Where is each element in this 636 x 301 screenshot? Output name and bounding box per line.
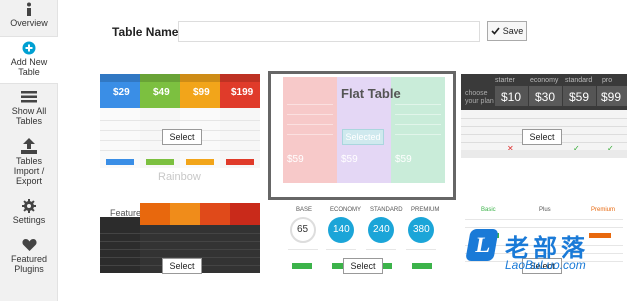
- select-button[interactable]: Select: [343, 258, 383, 274]
- watermark-logo-letter: L: [473, 232, 493, 257]
- header-text: Basic: [481, 207, 496, 213]
- sidebar-item-show-all-tables[interactable]: Show All Tables: [0, 90, 58, 130]
- upload-icon: [21, 138, 37, 154]
- price-text: $99: [193, 87, 210, 98]
- select-button[interactable]: Select: [162, 129, 202, 145]
- price-text: $99: [601, 90, 622, 104]
- save-button[interactable]: Save: [487, 21, 527, 41]
- price-text: $59: [341, 154, 358, 165]
- selected-button[interactable]: Selected: [342, 129, 384, 145]
- template-title: Flat Table: [341, 86, 401, 101]
- side-text: choose your plan: [465, 90, 494, 105]
- sidebar-item-label: Add New Table: [10, 57, 48, 77]
- sidebar-item-overview[interactable]: Overview: [0, 2, 58, 36]
- sidebar-item-add-new-table[interactable]: Add New Table: [0, 36, 58, 84]
- price-text: $59: [569, 90, 590, 104]
- template-caption: Rainbow: [158, 171, 201, 183]
- header-text: ECONOMY: [330, 207, 362, 213]
- header-text: BASE: [296, 207, 313, 213]
- list-icon: [21, 91, 37, 103]
- price-text: $49: [153, 87, 170, 98]
- header-text: pro: [602, 77, 613, 84]
- price-text: $29: [113, 87, 130, 98]
- template-rainbow[interactable]: $29 $49 $99 $199: [100, 74, 260, 168]
- header-text: starter: [495, 77, 515, 84]
- sidebar: Overview Add New Table Show All Tables T…: [0, 0, 58, 301]
- price-text: 140: [333, 224, 350, 235]
- sidebar-item-label: Overview: [10, 18, 48, 28]
- save-button-label: Save: [502, 26, 524, 36]
- sidebar-item-featured-plugins[interactable]: Featured Plugins: [0, 238, 58, 278]
- table-name-input[interactable]: [178, 21, 480, 42]
- sidebar-item-label: Featured Plugins: [10, 254, 48, 274]
- heart-icon: [21, 239, 37, 251]
- gear-icon: [22, 199, 36, 213]
- price-text: $30: [535, 90, 556, 104]
- header-text: Premium: [591, 207, 616, 213]
- sidebar-item-label: Settings: [12, 215, 46, 225]
- price-text: $199: [231, 87, 254, 98]
- select-button[interactable]: Select: [522, 129, 562, 145]
- price-text: 65: [297, 224, 309, 235]
- price-text: 240: [373, 224, 390, 235]
- header-text: PREMIUM: [411, 207, 440, 213]
- sidebar-item-import-export[interactable]: Tables Import / Export: [0, 138, 58, 190]
- table-name-label: Table Name:: [112, 25, 183, 39]
- watermark-url: LaoBuLuo.com: [505, 258, 586, 272]
- check-icon: [491, 27, 500, 35]
- price-text: 380: [413, 224, 430, 235]
- info-icon: [27, 2, 31, 16]
- header-text: standard: [565, 77, 593, 84]
- watermark-logo: L: [465, 229, 499, 261]
- price-text: $10: [501, 90, 522, 104]
- price-text: $59: [395, 154, 412, 165]
- sidebar-item-settings[interactable]: Settings: [0, 199, 58, 229]
- template-dark-table[interactable]: starter economy standard pro choose your…: [461, 74, 627, 158]
- header-text: STANDARD: [370, 207, 403, 213]
- sidebar-item-label: Tables Import / Export: [13, 156, 45, 186]
- header-text: economy: [530, 77, 559, 84]
- plus-circle-icon: [22, 41, 36, 55]
- select-button[interactable]: Select: [162, 258, 202, 274]
- header-text: Plus: [539, 207, 551, 213]
- sidebar-item-label: Show All Tables: [11, 106, 47, 126]
- price-text: $59: [287, 154, 304, 165]
